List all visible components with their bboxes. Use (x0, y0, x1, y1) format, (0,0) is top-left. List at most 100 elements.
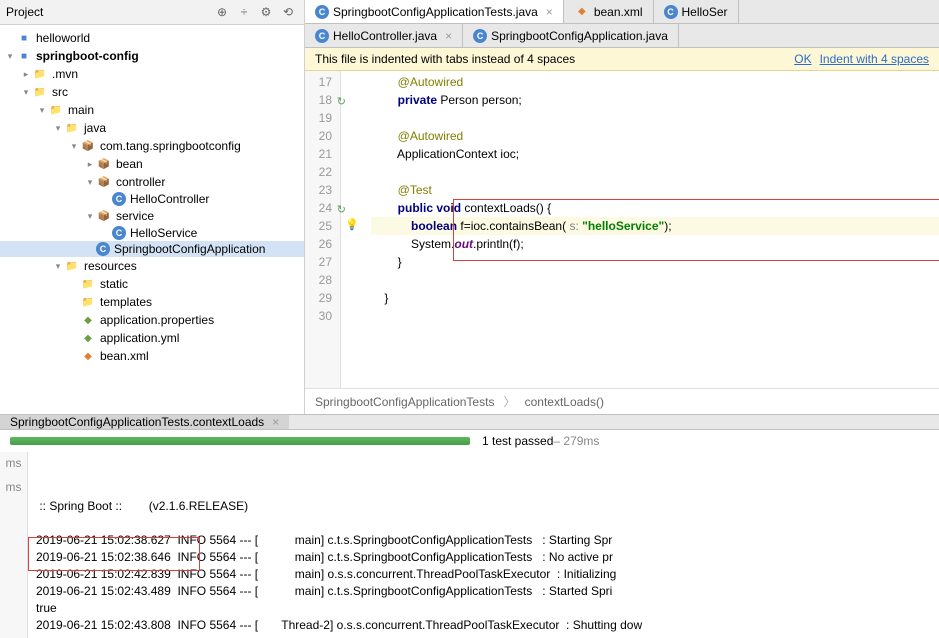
console-line: 2019-06-21 15:02:43.489 INFO 5564 --- [ … (36, 583, 931, 600)
tree-item[interactable]: ◆application.yml (0, 329, 304, 347)
override-icon[interactable]: ↻ (337, 201, 346, 219)
tree-item[interactable]: ▸📁.mvn (0, 65, 304, 83)
tree-item[interactable]: 📁static (0, 275, 304, 293)
console-gutter: ms ms (0, 452, 28, 638)
gutter-icon-cell (341, 251, 363, 269)
code-line[interactable]: @Autowired (371, 127, 939, 145)
tree-arrow-icon[interactable]: ▸ (84, 159, 96, 170)
console-line: 2019-06-21 15:02:42.839 INFO 5564 --- [ … (36, 566, 931, 583)
tree-label: application.yml (100, 331, 179, 345)
editor-tab[interactable]: CHelloSer (654, 0, 739, 23)
tree-item[interactable]: ▾📁src (0, 83, 304, 101)
class-icon: C (473, 29, 487, 43)
folder-icon: 📁 (64, 258, 80, 274)
console-line (36, 515, 931, 532)
tree-label: java (84, 121, 106, 135)
breadcrumb[interactable]: SpringbootConfigApplicationTests 〉 conte… (305, 388, 939, 414)
run-tab-label: SpringbootConfigApplicationTests.context… (10, 415, 264, 429)
info-indent-link[interactable]: Indent with 4 spaces (820, 52, 929, 66)
tree-item[interactable]: ▸📦bean (0, 155, 304, 173)
code-line[interactable] (371, 163, 939, 181)
test-status-time: – 279ms (553, 434, 599, 448)
project-tree[interactable]: ■helloworld▾■springboot-config▸📁.mvn▾📁sr… (0, 25, 304, 414)
folder-icon: 📁 (64, 120, 80, 136)
code-line[interactable]: @Autowired (371, 73, 939, 91)
tree-label: templates (100, 295, 152, 309)
refresh-icon[interactable]: ⟲ (278, 2, 298, 22)
line-number: 26 (309, 235, 332, 253)
code-line[interactable]: boolean f=ioc.containsBean( s: "helloSer… (371, 217, 939, 235)
run-tab[interactable]: SpringbootConfigApplicationTests.context… (0, 415, 289, 429)
code-line[interactable]: } (371, 289, 939, 307)
tree-arrow-icon[interactable]: ▾ (84, 177, 96, 188)
editor-tabs-row-1: CSpringbootConfigApplicationTests.java×◆… (305, 0, 939, 24)
collapse-icon[interactable]: ÷ (234, 2, 254, 22)
tree-item[interactable]: ■helloworld (0, 29, 304, 47)
editor-tab[interactable]: ◆bean.xml (564, 0, 654, 23)
code-line[interactable]: System.out.println(f); (371, 235, 939, 253)
info-bar: This file is indented with tabs instead … (305, 48, 939, 71)
tree-arrow-icon[interactable]: ▾ (52, 123, 64, 134)
code-body[interactable]: @Autowired private Person person; @Autow… (363, 71, 939, 388)
line-number: 27 (309, 253, 332, 271)
tab-label: SpringbootConfigApplication.java (491, 29, 668, 43)
override-icon[interactable]: ↻ (337, 93, 346, 111)
tree-item[interactable]: CSpringbootConfigApplication (0, 241, 304, 257)
gear-icon[interactable]: ⚙ (256, 2, 276, 22)
tree-label: main (68, 103, 94, 117)
tree-item[interactable]: 📁 templates (0, 293, 304, 311)
tree-item[interactable]: ▾📦com.tang.springbootconfig (0, 137, 304, 155)
tree-item[interactable]: CHelloService (0, 225, 304, 241)
code-line[interactable]: public void contextLoads() { (371, 199, 939, 217)
tree-item[interactable]: ▾📦service (0, 207, 304, 225)
tree-item[interactable]: ▾📦controller (0, 173, 304, 191)
close-icon[interactable]: × (272, 415, 279, 429)
class-icon: C (664, 5, 678, 19)
tree-item[interactable]: ▾📁main (0, 101, 304, 119)
close-icon[interactable]: × (445, 29, 452, 43)
close-icon[interactable]: × (546, 5, 553, 19)
editor-tab[interactable]: CSpringbootConfigApplicationTests.java× (305, 0, 564, 23)
line-number: 19 (309, 109, 332, 127)
line-number: 30 (309, 307, 332, 325)
tree-arrow-icon[interactable]: ▾ (84, 211, 96, 222)
tree-label: HelloController (130, 192, 209, 206)
console-output[interactable]: :: Spring Boot :: (v2.1.6.RELEASE)2019-0… (28, 452, 939, 638)
tree-item[interactable]: ◆bean.xml (0, 347, 304, 365)
tree-item[interactable]: ▾📁 java (0, 119, 304, 137)
breadcrumb-method[interactable]: contextLoads() (525, 395, 604, 409)
code-line[interactable]: } (371, 253, 939, 271)
tree-arrow-icon[interactable]: ▸ (20, 69, 32, 80)
info-ok-link[interactable]: OK (794, 52, 811, 66)
locate-icon[interactable]: ⊕ (212, 2, 232, 22)
editor-tab[interactable]: CHelloController.java× (305, 24, 463, 47)
tree-item[interactable]: ◆ application.properties (0, 311, 304, 329)
bulb-icon[interactable]: 💡 (345, 219, 359, 231)
prop-icon: ◆ (80, 312, 96, 328)
project-sidebar: Project ⊕ ÷ ⚙ ⟲ ■helloworld▾■springboot-… (0, 0, 305, 414)
tree-label: application.properties (100, 313, 214, 327)
tree-item[interactable]: ▾■springboot-config (0, 47, 304, 65)
tree-item[interactable]: ▾📁 resources (0, 257, 304, 275)
code-line[interactable]: ApplicationContext ioc; (371, 145, 939, 163)
tree-item[interactable]: C HelloController (0, 191, 304, 207)
tree-arrow-icon[interactable]: ▾ (4, 51, 16, 62)
folder-icon: 📁 (80, 294, 96, 310)
code-line[interactable]: @Test (371, 181, 939, 199)
editor-tab[interactable]: C SpringbootConfigApplication.java (463, 24, 679, 47)
tree-label: resources (84, 259, 137, 273)
code-line[interactable]: private Person person; (371, 91, 939, 109)
tree-arrow-icon[interactable]: ▾ (36, 105, 48, 116)
code-editor[interactable]: 1718↻192021222324↻252627282930 💡 @Autowi… (305, 71, 939, 388)
code-line[interactable] (371, 307, 939, 325)
code-line[interactable] (371, 271, 939, 289)
breadcrumb-class[interactable]: SpringbootConfigApplicationTests (315, 395, 494, 409)
tree-arrow-icon[interactable]: ▾ (68, 141, 80, 152)
tree-arrow-icon[interactable]: ▾ (52, 261, 64, 272)
tree-label: springboot-config (36, 49, 139, 63)
tree-label: bean.xml (100, 349, 149, 363)
code-line[interactable] (371, 109, 939, 127)
console-line: 2019-06-21 15:02:38.627 INFO 5564 --- [ … (36, 532, 931, 549)
class-icon: C (112, 192, 126, 206)
tree-arrow-icon[interactable]: ▾ (20, 87, 32, 98)
